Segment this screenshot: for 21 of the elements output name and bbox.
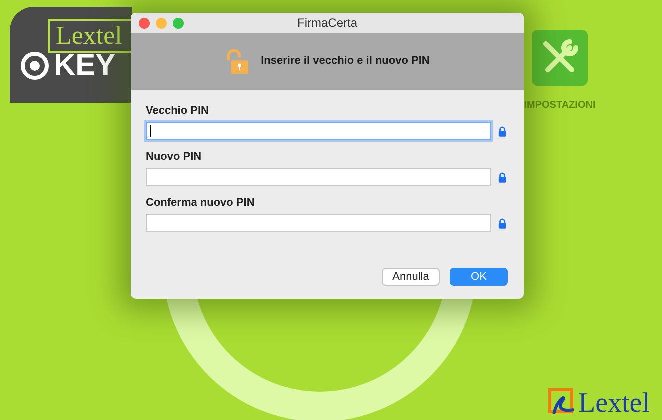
- pin-field[interactable]: [146, 168, 491, 186]
- zoom-button[interactable]: [173, 18, 184, 28]
- settings-label: IMPOSTAZIONI: [524, 99, 596, 113]
- header-message: Inserire il vecchio e il nuovo PIN: [261, 54, 430, 70]
- padlock-icon: [498, 218, 507, 228]
- text-cursor: [150, 125, 151, 137]
- close-button[interactable]: [139, 18, 150, 28]
- pin-field[interactable]: [146, 122, 491, 140]
- cancel-button[interactable]: Annulla: [382, 268, 440, 286]
- window-title: FirmaCerta: [298, 15, 358, 32]
- padlock-icon: [498, 126, 507, 136]
- target-icon: [20, 51, 50, 81]
- field-label: Vecchio PIN: [146, 104, 210, 118]
- settings-tile[interactable]: [532, 30, 588, 86]
- unlocked-padlock-icon: [225, 48, 250, 76]
- footer-logo-text: Lextel: [578, 390, 650, 418]
- field-label: Nuovo PIN: [146, 150, 203, 164]
- padlock-icon: [498, 172, 507, 182]
- field-label: Conferma nuovo PIN: [146, 196, 256, 210]
- pin-field[interactable]: [146, 214, 491, 232]
- minimize-button[interactable]: [156, 18, 167, 28]
